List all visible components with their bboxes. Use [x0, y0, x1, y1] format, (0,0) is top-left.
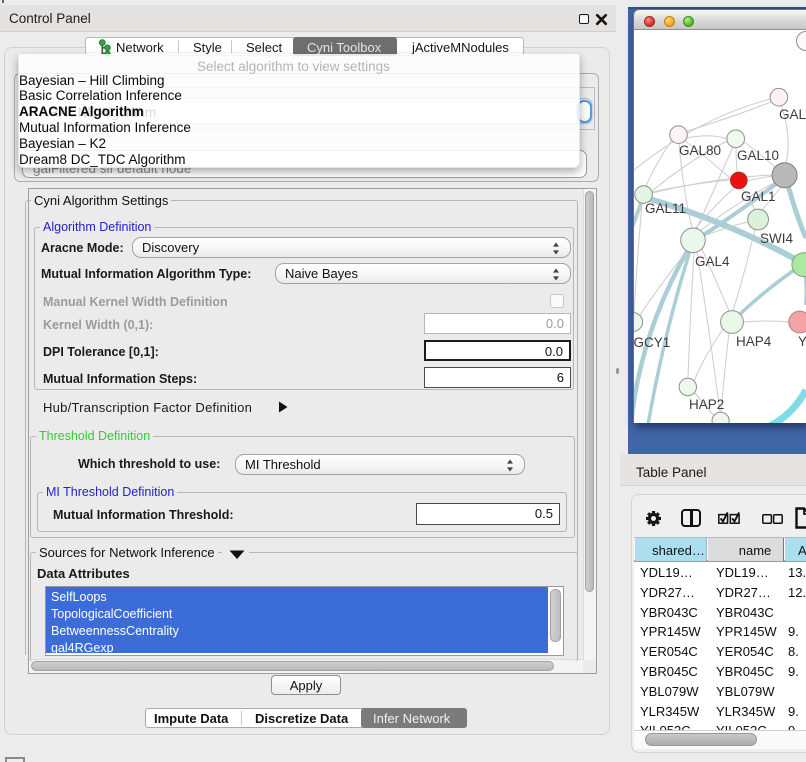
svg-text:GAL1: GAL1: [741, 189, 776, 204]
svg-text:SWI4: SWI4: [760, 231, 793, 246]
svg-text:YD: YD: [798, 334, 806, 349]
svg-text:GAL2: GAL2: [779, 107, 806, 122]
svg-text:GAL4: GAL4: [695, 254, 730, 269]
svg-text:HAP2: HAP2: [689, 397, 724, 412]
svg-text:GCY1: GCY1: [634, 335, 670, 350]
svg-text:GAL10: GAL10: [737, 148, 779, 163]
svg-text:GAL80: GAL80: [679, 143, 721, 158]
svg-text:HAP4: HAP4: [736, 334, 772, 349]
svg-text:GAL11: GAL11: [645, 201, 686, 216]
